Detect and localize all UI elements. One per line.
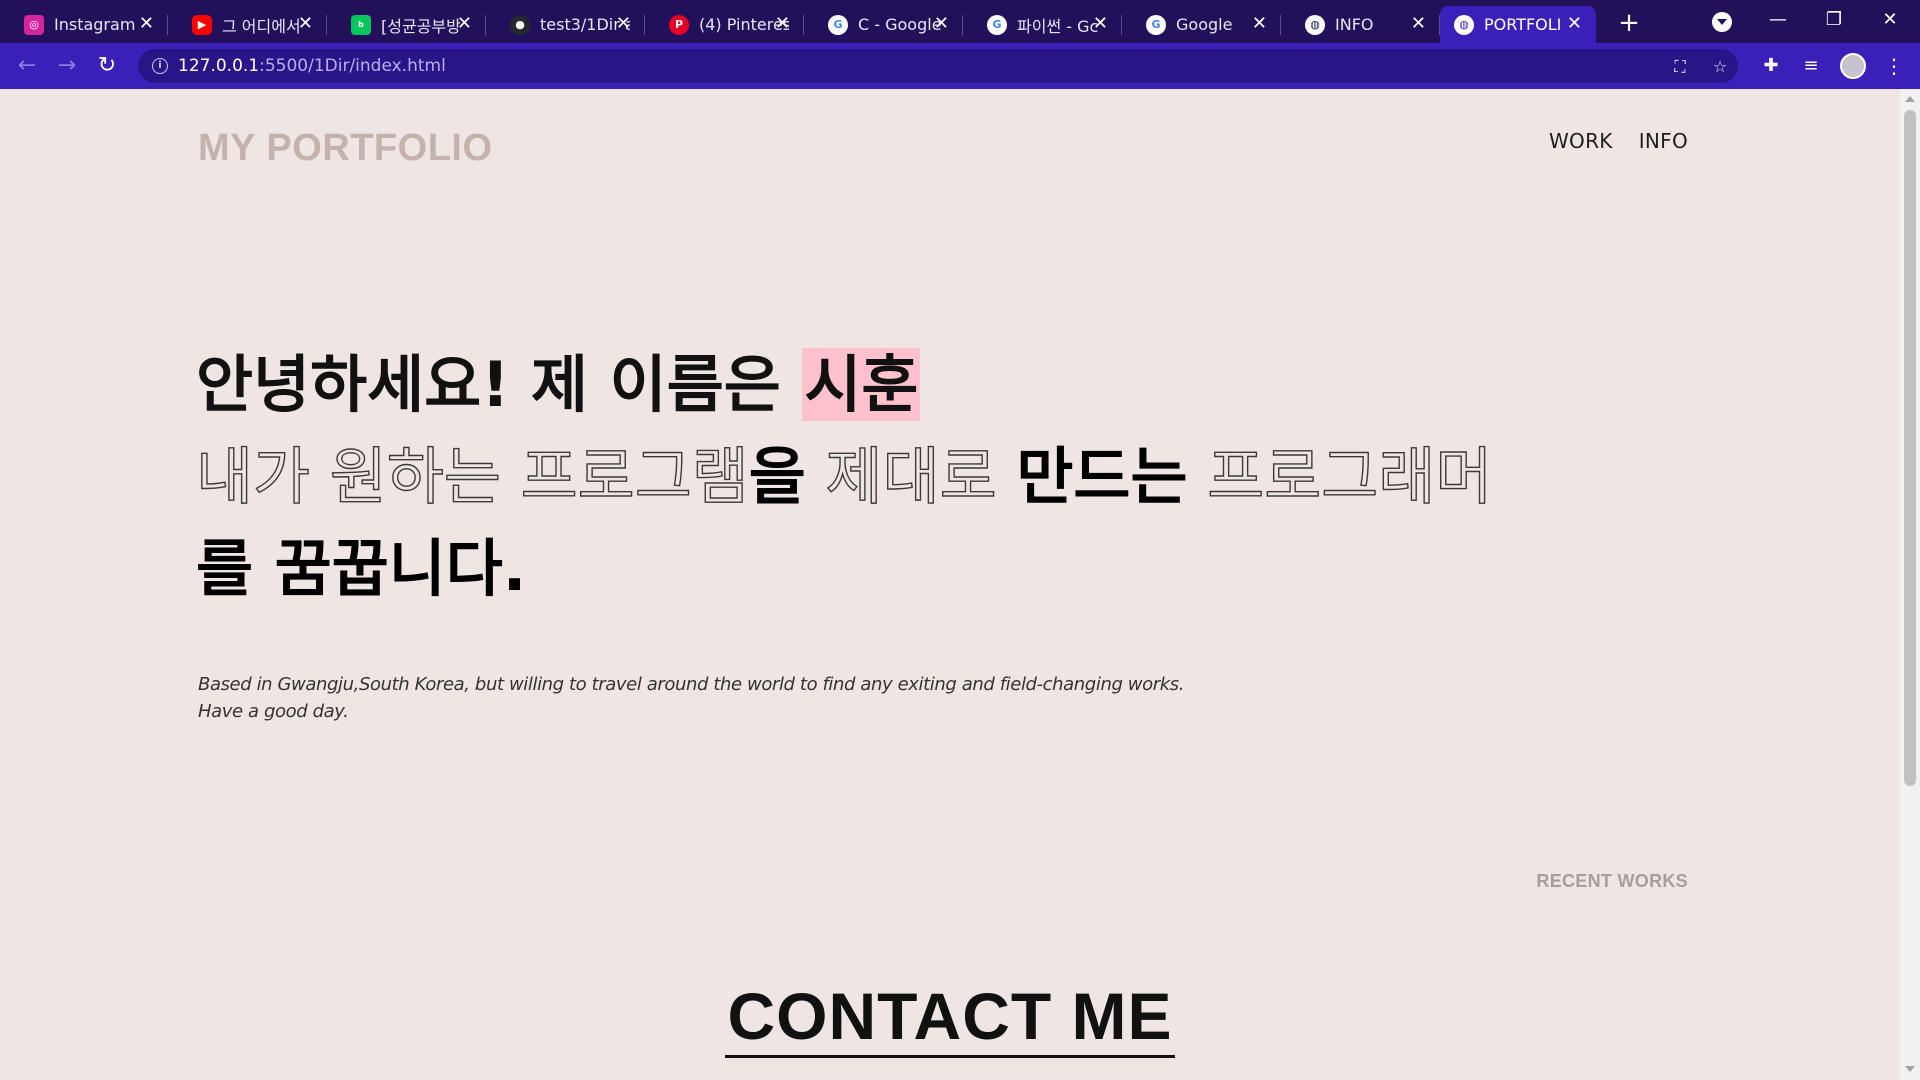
hero-greeting: 안녕하세요! 제 이름은 bbox=[196, 348, 803, 421]
hero-solid-text: 만드는 bbox=[1016, 440, 1188, 513]
scrollbar-thumb[interactable] bbox=[1904, 110, 1916, 786]
tab-portfolio[interactable]: ◍ PORTFOLIC ✕ bbox=[1440, 6, 1596, 43]
site-logo[interactable]: MY PORTFOLIO bbox=[198, 127, 493, 170]
minimize-icon[interactable]: — bbox=[1750, 4, 1806, 36]
url-host: 127.0.0.1 bbox=[178, 56, 260, 76]
url-path: :5500/1Dir/index.html bbox=[259, 56, 446, 76]
hero-solid-text: 을 bbox=[748, 440, 806, 513]
google-icon: G bbox=[828, 14, 848, 35]
close-icon[interactable]: ✕ bbox=[616, 15, 631, 33]
tab-pinterest[interactable]: P (4) Pinteres ✕ bbox=[645, 6, 804, 43]
window-close-icon[interactable]: ✕ bbox=[1862, 4, 1918, 36]
avatar[interactable] bbox=[1840, 53, 1866, 79]
close-icon[interactable]: ✕ bbox=[1093, 15, 1108, 33]
media-control-icon[interactable]: ≡ bbox=[1800, 55, 1822, 77]
hero-line-1: 안녕하세요! 제 이름은 시훈 bbox=[196, 339, 1492, 431]
pinterest-icon: P bbox=[669, 14, 689, 35]
google-icon: G bbox=[987, 14, 1007, 35]
blog-icon: b bbox=[351, 14, 371, 35]
close-icon[interactable]: ✕ bbox=[1252, 15, 1267, 33]
hero-name-highlight: 시훈 bbox=[802, 348, 921, 421]
kebab-menu-icon[interactable]: ⋮ bbox=[1884, 55, 1904, 77]
github-icon: ● bbox=[510, 14, 530, 35]
bio-text: Based in Gwangju,South Korea, but willin… bbox=[198, 671, 1184, 725]
close-icon[interactable]: ✕ bbox=[775, 15, 790, 33]
tab-blog[interactable]: b [성균공부방 ✕ bbox=[327, 6, 486, 43]
tab-github[interactable]: ● test3/1Dir a ✕ bbox=[486, 6, 645, 43]
hero-line-2: 내가 원하는 프로그램을 제대로 만드는 프로그래머 bbox=[195, 431, 1494, 523]
page-viewport: MY PORTFOLIO WORK INFO 안녕하세요! 제 이름은 시훈 내… bbox=[0, 89, 1900, 1080]
tab-title: PORTFOLIC bbox=[1484, 15, 1562, 34]
new-tab-button[interactable]: + bbox=[1612, 6, 1646, 40]
hero-heading: 안녕하세요! 제 이름은 시훈 내가 원하는 프로그램을 제대로 만드는 프로그… bbox=[195, 339, 1494, 615]
site-info-icon[interactable]: i bbox=[152, 58, 168, 74]
hero-line-3: 를 꿈꿉니다. bbox=[196, 532, 527, 605]
contact-heading[interactable]: CONTACT ME bbox=[725, 977, 1175, 1058]
instagram-icon: ◎ bbox=[24, 14, 44, 35]
hero-outline-text: 프로그래머 bbox=[1187, 439, 1494, 513]
browser-toolbar: ← → ↻ i 127.0.0.1:5500/1Dir/index.html ⛶… bbox=[0, 43, 1920, 89]
nav-link-work[interactable]: WORK bbox=[1549, 129, 1613, 153]
bio-line-2: Have a good day. bbox=[198, 701, 349, 722]
site-nav: WORK INFO bbox=[1549, 129, 1688, 153]
reload-icon[interactable]: ↻ bbox=[92, 51, 122, 81]
back-icon[interactable]: ← bbox=[12, 51, 42, 81]
tab-strip: ◎ Instagram ✕ ▶ 그 어디에서 ✕ b [성균공부방 ✕ ● te… bbox=[0, 0, 1920, 43]
hero-outline-text: 내가 원하는 프로그램 bbox=[195, 439, 749, 513]
url-text[interactable]: 127.0.0.1:5500/1Dir/index.html bbox=[178, 49, 446, 83]
tab-google[interactable]: G Google ✕ bbox=[1122, 6, 1281, 43]
restore-icon[interactable]: ❐ bbox=[1806, 4, 1862, 36]
close-icon[interactable]: ✕ bbox=[298, 15, 313, 33]
close-icon[interactable]: ✕ bbox=[934, 15, 949, 33]
hero-outline-text: 제대로 bbox=[805, 439, 1017, 513]
tab-search-icon[interactable] bbox=[1712, 12, 1732, 32]
close-icon[interactable]: ✕ bbox=[139, 15, 154, 33]
globe-icon: ◍ bbox=[1454, 14, 1474, 35]
tab-instagram[interactable]: ◎ Instagram ✕ bbox=[0, 6, 168, 43]
forward-icon[interactable]: → bbox=[52, 51, 82, 81]
close-icon[interactable]: ✕ bbox=[457, 15, 472, 33]
tab-youtube[interactable]: ▶ 그 어디에서 ✕ bbox=[168, 6, 327, 43]
recent-works-heading[interactable]: RECENT WORKS bbox=[1536, 871, 1688, 892]
close-icon[interactable]: ✕ bbox=[1411, 15, 1426, 33]
tab-google-c[interactable]: G C - Google ✕ bbox=[804, 6, 963, 43]
tab-google-python[interactable]: G 파이썬 - Gc ✕ bbox=[963, 6, 1122, 43]
youtube-icon: ▶ bbox=[192, 14, 212, 35]
contact-section: CONTACT ME bbox=[0, 977, 1900, 1058]
scroll-up-arrow-icon[interactable] bbox=[1905, 96, 1915, 102]
tab-info[interactable]: ◍ INFO ✕ bbox=[1281, 6, 1440, 43]
scroll-down-arrow-icon[interactable] bbox=[1905, 1066, 1915, 1072]
nav-link-info[interactable]: INFO bbox=[1639, 129, 1688, 153]
close-icon[interactable]: ✕ bbox=[1567, 15, 1582, 33]
bio-line-1: Based in Gwangju,South Korea, but willin… bbox=[198, 674, 1185, 695]
globe-icon: ◍ bbox=[1305, 14, 1325, 35]
bookmark-star-icon[interactable]: ☆ bbox=[1710, 57, 1730, 77]
translate-icon[interactable]: ⛶ bbox=[1670, 57, 1690, 77]
google-icon: G bbox=[1146, 14, 1166, 35]
extensions-icon[interactable]: ✚ bbox=[1760, 55, 1782, 77]
address-bar[interactable]: i 127.0.0.1:5500/1Dir/index.html ⛶ ☆ bbox=[138, 49, 1738, 83]
